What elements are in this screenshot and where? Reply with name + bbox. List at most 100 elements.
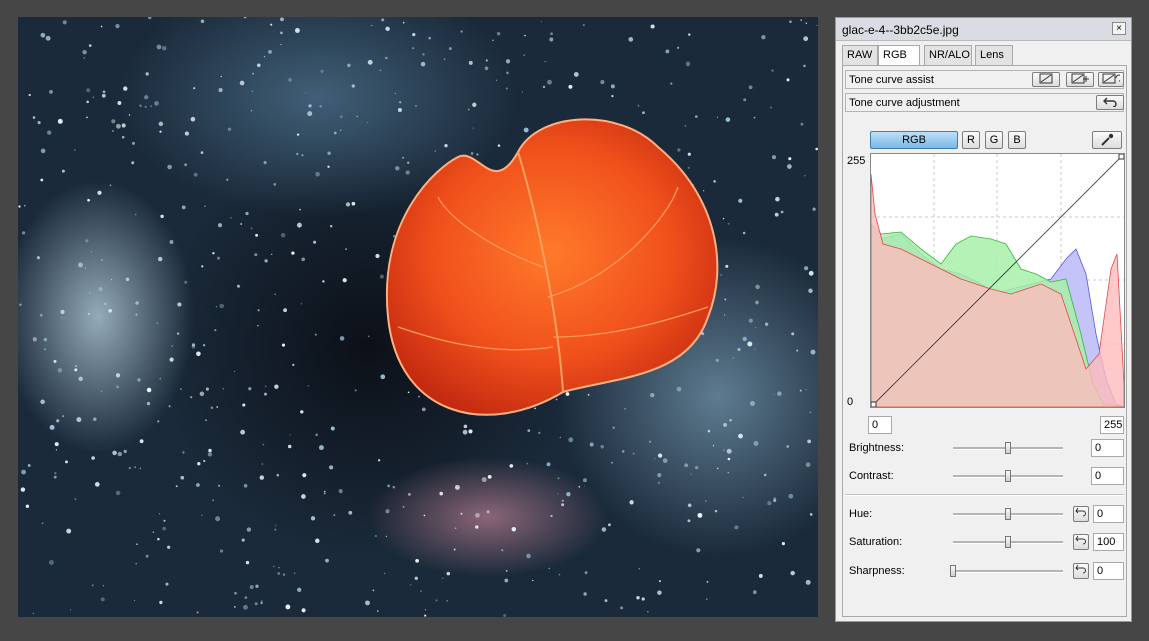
bubble bbox=[521, 91, 524, 93]
brightness-slider[interactable] bbox=[953, 442, 1063, 454]
channel-rgb-button[interactable]: RGB bbox=[870, 131, 958, 149]
sharpness-slider[interactable] bbox=[950, 565, 1063, 577]
bubble bbox=[201, 514, 203, 517]
bubble bbox=[54, 472, 57, 475]
bubble bbox=[505, 59, 511, 64]
bubble bbox=[212, 499, 214, 501]
bubble bbox=[582, 478, 587, 483]
bubble bbox=[264, 259, 268, 263]
saturation-thumb[interactable] bbox=[1005, 536, 1011, 548]
bubble bbox=[803, 266, 809, 271]
bubble bbox=[248, 387, 252, 391]
saturation-slider[interactable] bbox=[953, 536, 1063, 548]
bubble bbox=[392, 485, 396, 489]
bubble bbox=[716, 116, 718, 118]
hue-reset-button[interactable] bbox=[1073, 506, 1089, 522]
close-button[interactable]: × bbox=[1112, 22, 1126, 35]
bubble bbox=[558, 573, 561, 576]
bubble bbox=[356, 115, 358, 117]
bubble bbox=[753, 116, 756, 119]
bubble bbox=[217, 223, 223, 228]
input-min-field[interactable]: 0 bbox=[868, 416, 892, 434]
hue-value[interactable]: 0 bbox=[1093, 505, 1124, 523]
white-point-handle[interactable] bbox=[1118, 153, 1125, 160]
brightness-thumb[interactable] bbox=[1005, 442, 1011, 454]
bubble bbox=[492, 39, 494, 41]
sharpness-value[interactable]: 0 bbox=[1093, 562, 1124, 580]
tab-rgb[interactable]: RGB bbox=[878, 45, 920, 66]
bubble bbox=[184, 163, 187, 167]
bubble bbox=[742, 496, 744, 499]
bubble bbox=[808, 288, 813, 294]
contrast-thumb[interactable] bbox=[1005, 470, 1011, 482]
bubble bbox=[611, 95, 614, 98]
saturation-value[interactable]: 100 bbox=[1093, 533, 1124, 551]
bubble bbox=[715, 358, 719, 363]
bubble bbox=[260, 600, 263, 603]
bubble bbox=[243, 604, 248, 610]
bubble bbox=[738, 198, 743, 203]
saturation-label: Saturation: bbox=[849, 536, 903, 548]
bubble bbox=[534, 407, 536, 410]
bubble bbox=[66, 528, 72, 534]
bubble bbox=[318, 445, 324, 451]
tab-nr-alo[interactable]: NR/ALO bbox=[924, 45, 972, 65]
tone-curve-graph[interactable] bbox=[870, 153, 1125, 408]
rgb-tab-content: Tone curve assist Tone curve adjustment … bbox=[842, 65, 1127, 617]
bubble bbox=[330, 426, 335, 431]
saturation-reset-button[interactable] bbox=[1073, 534, 1089, 550]
contrast-slider[interactable] bbox=[953, 470, 1063, 482]
reset-curve-assist-button[interactable] bbox=[1098, 72, 1124, 87]
contrast-value[interactable]: 0 bbox=[1091, 467, 1124, 485]
bubble bbox=[694, 115, 698, 118]
bubble bbox=[620, 606, 624, 610]
black-point-handle[interactable] bbox=[870, 401, 877, 408]
bubble bbox=[40, 32, 46, 38]
bubble bbox=[780, 210, 784, 214]
sharpness-thumb[interactable] bbox=[950, 565, 956, 577]
bubble bbox=[538, 431, 541, 435]
palette-title-bar[interactable]: glac-e-4--3bb2c5e.jpg × bbox=[836, 18, 1131, 41]
bubble bbox=[439, 491, 444, 496]
bubble bbox=[204, 205, 206, 207]
input-max-field[interactable]: 255 bbox=[1100, 416, 1124, 434]
bubble bbox=[475, 525, 479, 529]
image-preview[interactable] bbox=[18, 17, 818, 617]
bubble bbox=[56, 419, 60, 423]
photo-content bbox=[18, 17, 818, 617]
leaf-shape bbox=[385, 118, 719, 416]
hue-thumb[interactable] bbox=[1005, 508, 1011, 520]
bubble bbox=[320, 69, 324, 73]
channel-b-button[interactable]: B bbox=[1008, 131, 1026, 149]
hue-slider[interactable] bbox=[953, 508, 1063, 520]
tab-raw[interactable]: RAW bbox=[842, 45, 878, 65]
bubble bbox=[274, 293, 276, 295]
bubble bbox=[57, 118, 63, 124]
bubble bbox=[169, 357, 174, 362]
bubble bbox=[301, 608, 306, 613]
curve-reset-icon bbox=[1102, 73, 1123, 84]
auto-curve-button[interactable] bbox=[1032, 72, 1060, 87]
channel-r-button[interactable]: R bbox=[962, 131, 980, 149]
eyedropper-button[interactable] bbox=[1092, 131, 1122, 149]
bubble bbox=[509, 464, 514, 468]
reset-tone-curve-button[interactable] bbox=[1096, 95, 1124, 110]
bubble bbox=[786, 78, 790, 82]
bubble bbox=[722, 217, 725, 220]
undo-icon bbox=[1103, 97, 1117, 108]
add-curve-button[interactable] bbox=[1066, 72, 1094, 87]
bubble bbox=[121, 123, 126, 128]
tab-lens[interactable]: Lens bbox=[975, 45, 1013, 65]
bubble bbox=[158, 513, 161, 515]
bubble bbox=[314, 333, 317, 336]
bubble bbox=[754, 348, 756, 350]
bubble bbox=[180, 388, 182, 390]
bubble bbox=[453, 548, 456, 551]
bubble bbox=[791, 332, 795, 336]
channel-g-button[interactable]: G bbox=[985, 131, 1003, 149]
bubble bbox=[771, 155, 777, 160]
sharpness-reset-button[interactable] bbox=[1073, 563, 1089, 579]
bubble bbox=[345, 248, 347, 250]
bubble bbox=[763, 473, 767, 477]
brightness-value[interactable]: 0 bbox=[1091, 439, 1124, 457]
